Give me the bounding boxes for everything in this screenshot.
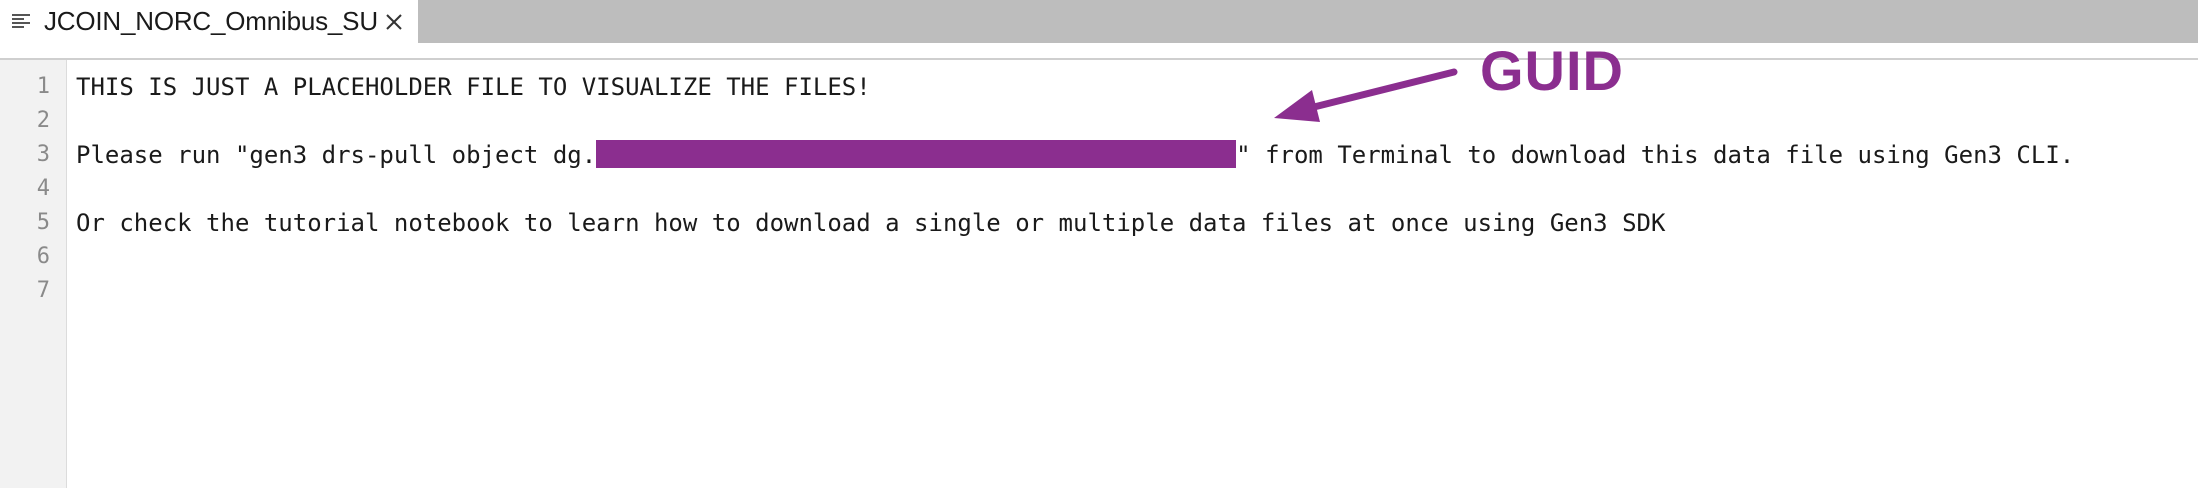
close-icon[interactable] [382, 10, 406, 34]
line-number: 3 [36, 142, 50, 167]
redacted-guid [596, 140, 1237, 168]
code-text-prefix: Please run "gen3 drs-pull object dg. [76, 141, 597, 169]
code-line: THIS IS JUST A PLACEHOLDER FILE TO VISUA… [76, 73, 871, 101]
line-number: 7 [36, 278, 50, 303]
code-line: Or check the tutorial notebook to learn … [76, 209, 1666, 237]
text-file-icon [10, 12, 32, 32]
text-editor[interactable]: 1 2 3 4 5 6 7 THIS IS JUST A PLACEHOLDER… [0, 60, 2198, 488]
line-number: 6 [36, 244, 50, 269]
line-number-gutter: 1 2 3 4 5 6 7 [0, 60, 67, 488]
line-number: 1 [36, 74, 50, 99]
line-number: 5 [36, 210, 50, 235]
tab-bar: JCOIN_NORC_Omnibus_SU [0, 0, 2198, 43]
file-tab[interactable]: JCOIN_NORC_Omnibus_SU [0, 0, 418, 43]
code-line: Please run "gen3 drs-pull object dg. " fr… [76, 138, 2074, 172]
annotation-arrow-icon [1274, 68, 1458, 122]
line-number: 4 [36, 176, 50, 201]
line-number: 2 [36, 108, 50, 133]
code-text-suffix: " from Terminal to download this data fi… [1236, 141, 2075, 169]
tab-title: JCOIN_NORC_Omnibus_SU [44, 6, 378, 36]
guid-annotation-label: GUID [1480, 39, 1624, 102]
